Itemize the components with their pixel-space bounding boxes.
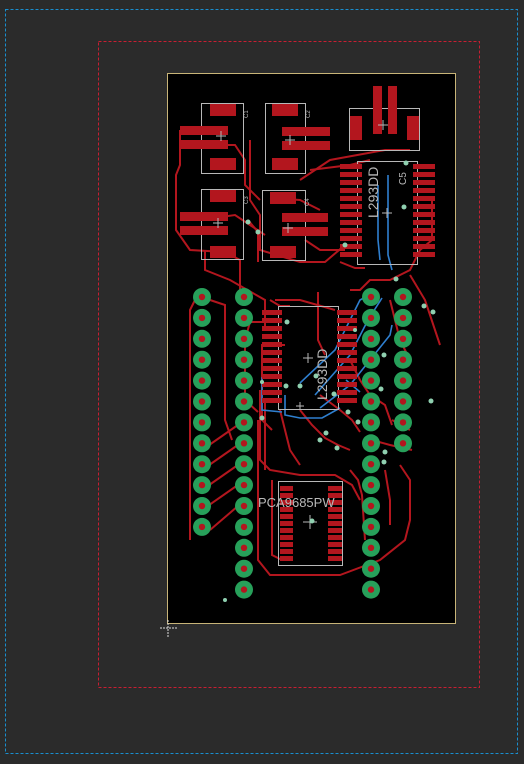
header-pad-drill bbox=[399, 440, 407, 447]
header-pad-drill bbox=[367, 481, 375, 489]
header-pad-drill bbox=[240, 377, 248, 384]
label-c1: C1 bbox=[244, 110, 250, 118]
header-pad-drill bbox=[240, 586, 248, 593]
header-pad-drill bbox=[240, 440, 248, 447]
header-pad-drill bbox=[367, 565, 375, 572]
header-pad-drill bbox=[367, 314, 375, 322]
board-outline bbox=[167, 73, 456, 624]
header-pad-drill bbox=[367, 377, 375, 384]
header-pad-drill bbox=[240, 461, 248, 468]
header-pad-drill bbox=[240, 565, 248, 572]
header-pad-drill bbox=[240, 356, 248, 363]
header-pad-drill bbox=[198, 377, 206, 384]
label-c4: C4 bbox=[305, 198, 311, 206]
header-pad-drill bbox=[367, 586, 375, 593]
header-pad-drill bbox=[367, 502, 375, 510]
header-pad-drill bbox=[367, 356, 375, 363]
pcb-layout[interactable]: L293DD L293DD PCA9685PW C1 C2 C3 C4 C5 bbox=[0, 0, 524, 764]
header-pad-drill bbox=[198, 440, 206, 447]
header-pad-drill bbox=[198, 314, 206, 322]
header-pad-drill bbox=[198, 461, 206, 468]
header-pad-drill bbox=[399, 293, 407, 301]
header-pad-drill bbox=[367, 293, 375, 301]
header-pad-drill bbox=[399, 335, 407, 342]
header-pad-drill bbox=[240, 502, 248, 510]
header-pad-drill bbox=[240, 314, 248, 322]
header-pad-drill bbox=[367, 419, 375, 426]
header-pad-drill bbox=[367, 440, 375, 447]
header-pad-drill bbox=[240, 481, 248, 489]
header-pad-drill bbox=[367, 523, 375, 531]
header-pad-drill bbox=[367, 398, 375, 405]
header-pad-drill bbox=[399, 398, 407, 405]
label-pca9685pw: PCA9685PW bbox=[258, 495, 335, 510]
header-pad-drill bbox=[240, 419, 248, 426]
header-pad-drill bbox=[198, 481, 206, 489]
header-pad-drill bbox=[399, 377, 407, 384]
header-pad-drill bbox=[367, 544, 375, 551]
header-pad-drill bbox=[240, 523, 248, 531]
label-c3: C3 bbox=[244, 196, 250, 204]
header-pad-drill bbox=[198, 502, 206, 510]
header-pad-drill bbox=[399, 356, 407, 363]
label-c2: C2 bbox=[306, 110, 312, 118]
header-pad-drill bbox=[198, 398, 206, 405]
header-pad-drill bbox=[198, 335, 206, 342]
header-pad-drill bbox=[240, 398, 248, 405]
header-pad-drill bbox=[399, 419, 407, 426]
header-pad-drill bbox=[240, 293, 248, 301]
label-l293dd-top: L293DD bbox=[365, 167, 381, 218]
label-c5: C5 bbox=[398, 172, 409, 185]
header-pad-drill bbox=[399, 314, 407, 322]
header-pad-drill bbox=[367, 461, 375, 468]
header-pad-drill bbox=[240, 544, 248, 551]
label-l293dd-middle: L293DD bbox=[314, 349, 330, 400]
pcb-editor-canvas[interactable]: L293DD L293DD PCA9685PW C1 C2 C3 C4 C5 bbox=[0, 0, 524, 764]
header-pad-drill bbox=[198, 356, 206, 363]
header-pad-drill bbox=[198, 419, 206, 426]
header-pad-drill bbox=[198, 523, 206, 531]
header-pad-drill bbox=[240, 335, 248, 342]
header-pad-drill bbox=[367, 335, 375, 342]
header-pad-drill bbox=[198, 293, 206, 301]
